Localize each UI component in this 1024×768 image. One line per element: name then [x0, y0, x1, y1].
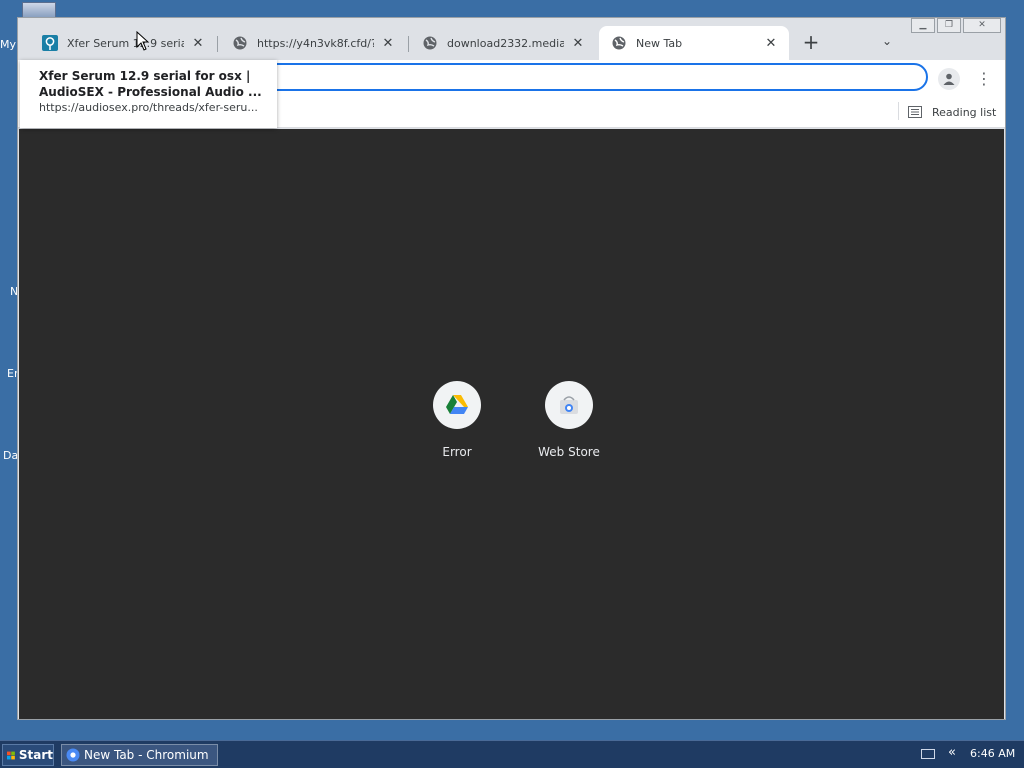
- mouse-cursor-icon: [136, 31, 150, 51]
- tab-title: download2332.mediafire.c: [447, 36, 564, 50]
- taskbar-item-label: New Tab - Chromium: [84, 748, 209, 762]
- google-drive-icon: [433, 381, 481, 429]
- desktop-label-my[interactable]: My: [0, 38, 16, 51]
- globe-icon: [232, 35, 248, 51]
- address-bar-input[interactable]: [168, 63, 928, 91]
- tab-title: Xfer Serum 12.9 serial for osx | AudioSE…: [67, 36, 184, 50]
- new-tab-page: Error Web Store: [19, 129, 1004, 719]
- shortcut-label: Web Store: [538, 445, 600, 459]
- clock[interactable]: 6:46 AM: [970, 747, 1015, 760]
- chromium-icon: [66, 748, 80, 762]
- maximize-button[interactable]: ❐: [937, 18, 961, 33]
- minimize-button[interactable]: ▁: [911, 18, 935, 33]
- globe-icon: [422, 35, 438, 51]
- tray-expand-icon[interactable]: «: [948, 745, 956, 760]
- hover-card-title: Xfer Serum 12.9 serial for osx | AudioSE…: [39, 69, 262, 99]
- start-button[interactable]: Start: [2, 744, 54, 766]
- tab-divider: [408, 36, 409, 52]
- tab-divider: [217, 36, 218, 52]
- keyboard-icon[interactable]: [921, 749, 935, 759]
- shortcut-web-store[interactable]: Web Store: [529, 381, 609, 459]
- tab-title: New Tab: [636, 36, 683, 50]
- close-tab-icon[interactable]: ✕: [763, 35, 779, 51]
- web-store-icon: [545, 381, 593, 429]
- start-label: Start: [18, 748, 53, 762]
- desktop-icon[interactable]: [22, 2, 56, 18]
- tab-title: https://y4n3vk8f.cfd/?H3e: [257, 36, 374, 50]
- desktop-label-da[interactable]: Da: [3, 449, 18, 462]
- windows-logo-icon: [7, 751, 15, 759]
- tab-search-chevron-down-icon[interactable]: ⌄: [878, 34, 896, 52]
- close-tab-icon[interactable]: ✕: [380, 35, 396, 51]
- tab-y4n3vk8f[interactable]: https://y4n3vk8f.cfd/?H3e ✕: [220, 26, 406, 60]
- taskbar-item-chromium[interactable]: New Tab - Chromium: [61, 744, 218, 766]
- profile-avatar-icon[interactable]: [938, 68, 960, 90]
- close-tab-icon[interactable]: ✕: [190, 35, 206, 51]
- tab-strip: Xfer Serum 12.9 serial for osx | AudioSE…: [18, 18, 1005, 60]
- globe-icon: [611, 35, 627, 51]
- reading-list-button[interactable]: Reading list: [908, 102, 996, 122]
- reading-list-icon: [908, 106, 922, 118]
- bookmarks-divider: [898, 102, 899, 120]
- reading-list-label: Reading list: [932, 105, 997, 119]
- tab-new-tab[interactable]: New Tab ✕: [599, 26, 789, 60]
- new-tab-plus-icon[interactable]: +: [801, 32, 821, 52]
- audiosex-favicon-icon: [42, 35, 58, 51]
- tab-mediafire[interactable]: download2332.mediafire.c ✕: [410, 26, 596, 60]
- hover-card-url: https://audiosex.pro/threads/xfer-seru..…: [39, 101, 258, 114]
- kebab-menu-icon[interactable]: ⋮: [976, 68, 992, 90]
- shortcut-label: Error: [442, 445, 472, 459]
- shortcut-error[interactable]: Error: [417, 381, 497, 459]
- tab-audiosex[interactable]: Xfer Serum 12.9 serial for osx | AudioSE…: [30, 26, 216, 60]
- tab-hover-card: Xfer Serum 12.9 serial for osx | AudioSE…: [20, 60, 277, 128]
- close-tab-icon[interactable]: ✕: [570, 35, 586, 51]
- taskbar: Start New Tab - Chromium « 6:46 AM: [0, 740, 1024, 768]
- close-window-button[interactable]: ✕: [963, 18, 1001, 33]
